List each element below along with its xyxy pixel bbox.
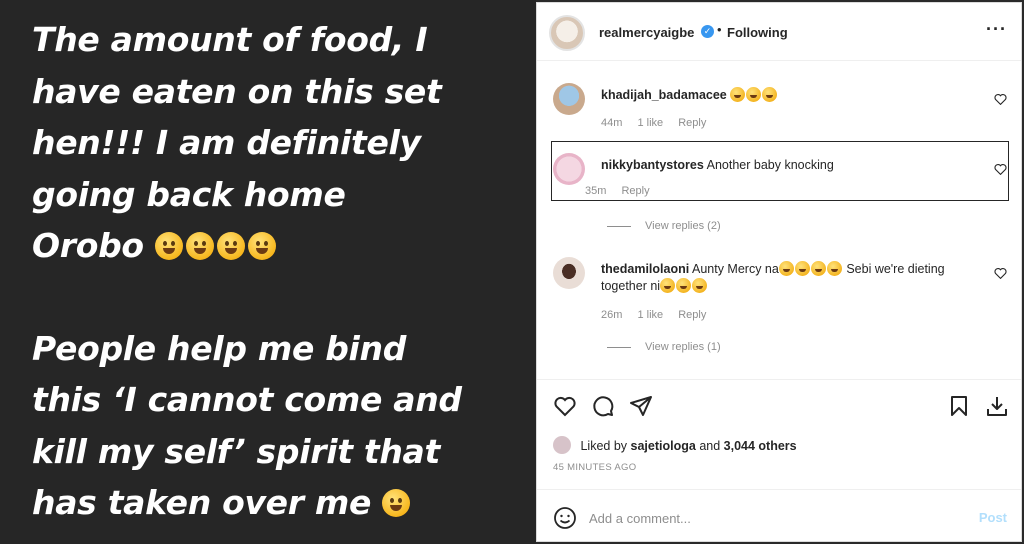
comment-likes[interactable]: 1 like bbox=[637, 117, 663, 129]
reply-button[interactable]: Reply bbox=[678, 309, 706, 321]
comment-text: Another baby knocking bbox=[706, 158, 834, 172]
comment-time: 44m bbox=[601, 117, 623, 129]
reply-button[interactable]: Reply bbox=[621, 185, 649, 197]
post-panel: realmercyaigbe ✓ • Following ··· khadija… bbox=[536, 2, 1022, 542]
liker-avatar[interactable] bbox=[553, 436, 571, 454]
commenter-avatar[interactable] bbox=[553, 257, 585, 289]
liked-by-user[interactable]: sajetiologa bbox=[631, 439, 696, 453]
heart-icon[interactable] bbox=[553, 394, 577, 418]
story-line-text: Orobo bbox=[32, 226, 144, 265]
comment-meta: 44m 1 like Reply bbox=[601, 117, 718, 129]
heart-outline-icon[interactable] bbox=[994, 93, 1007, 105]
story-line-text: has taken over me bbox=[32, 483, 372, 522]
joy-emoji-icon bbox=[746, 87, 762, 102]
comment-item: nikkybantystores Another baby knocking 3… bbox=[553, 153, 1007, 199]
post-header: realmercyaigbe ✓ • Following ··· bbox=[537, 3, 1021, 61]
joy-emoji-icon bbox=[826, 261, 842, 276]
emoji-picker-icon[interactable] bbox=[553, 506, 577, 530]
post-comment-button[interactable]: Post bbox=[979, 510, 1007, 525]
story-line: kill my self’ spirit that bbox=[32, 431, 440, 471]
add-comment-bar: Post bbox=[537, 489, 1021, 543]
joy-emoji-icon bbox=[762, 87, 778, 102]
author-username[interactable]: realmercyaigbe bbox=[599, 25, 694, 40]
commenter-avatar[interactable] bbox=[553, 153, 585, 185]
liked-by-and: and bbox=[699, 439, 721, 453]
author-avatar[interactable] bbox=[549, 15, 585, 51]
pensive-emoji-icon bbox=[217, 232, 245, 260]
download-icon[interactable] bbox=[985, 394, 1009, 418]
story-line: The amount of food, I bbox=[32, 20, 428, 59]
separator-dot: • bbox=[717, 22, 722, 37]
heart-outline-icon[interactable] bbox=[994, 267, 1007, 279]
story-line: hen!!! I am definitely bbox=[32, 123, 421, 162]
grinning-emoji-icon bbox=[676, 278, 692, 293]
tired-emoji-icon bbox=[660, 278, 676, 293]
story-text: The amount of food, I have eaten on this… bbox=[32, 14, 536, 529]
grinning-emoji-icon bbox=[730, 87, 746, 102]
verified-badge-icon: ✓ bbox=[701, 25, 714, 38]
weary-emoji-icon bbox=[382, 489, 411, 517]
joy-emoji-icon bbox=[810, 261, 826, 276]
story-line: have eaten on this set bbox=[32, 71, 442, 111]
comment-item: thedamilolaoni Aunty Mercy na Sebi we're… bbox=[553, 257, 1007, 327]
bookmark-icon[interactable] bbox=[947, 394, 971, 418]
crying-emoji-icon bbox=[155, 232, 183, 260]
heart-outline-icon[interactable] bbox=[994, 163, 1007, 175]
reply-button[interactable]: Reply bbox=[678, 117, 706, 129]
comment-body: nikkybantystores Another baby knocking bbox=[601, 157, 991, 174]
comment-icon[interactable] bbox=[591, 394, 615, 418]
add-comment-input[interactable] bbox=[589, 506, 959, 530]
comment-username[interactable]: thedamilolaoni bbox=[601, 262, 689, 276]
comment-username[interactable]: khadijah_badamacee bbox=[601, 88, 727, 102]
liked-by-others[interactable]: 3,044 others bbox=[724, 439, 797, 453]
story-panel: The amount of food, I have eaten on this… bbox=[0, 0, 536, 544]
view-replies-button[interactable]: View replies (2) bbox=[607, 220, 721, 232]
share-icon[interactable] bbox=[629, 394, 653, 418]
comments-list: khadijah_badamacee 44m 1 like Reply nikk… bbox=[537, 63, 1021, 379]
comment-time: 35m bbox=[585, 185, 607, 197]
story-line: People help me bind bbox=[32, 328, 407, 368]
liked-by-prefix: Liked by bbox=[580, 439, 628, 453]
grinning-emoji-icon bbox=[692, 278, 708, 293]
story-line-emoji: Orobo bbox=[32, 220, 536, 272]
liked-by: Liked by sajetiologa and 3,044 others bbox=[553, 436, 797, 454]
post-timestamp[interactable]: 45 MINUTES AGO bbox=[553, 462, 636, 473]
comment-time: 26m bbox=[601, 309, 623, 321]
comment-meta: 35m Reply bbox=[585, 185, 662, 197]
grinning-emoji-icon bbox=[186, 232, 214, 260]
following-button[interactable]: Following bbox=[727, 25, 788, 40]
more-horizontal-icon[interactable]: ··· bbox=[986, 19, 1007, 40]
comment-item: khadijah_badamacee 44m 1 like Reply bbox=[553, 83, 1007, 133]
comment-text: Aunty Mercy na bbox=[692, 262, 779, 276]
comment-username[interactable]: nikkybantystores bbox=[601, 158, 704, 172]
story-line: this ‘I cannot come and bbox=[32, 380, 462, 419]
post-actions: Liked by sajetiologa and 3,044 others 45… bbox=[537, 379, 1021, 479]
tired-emoji-icon bbox=[248, 232, 276, 260]
view-replies-button[interactable]: View replies (1) bbox=[607, 341, 721, 353]
story-line: going back home bbox=[32, 174, 346, 214]
comment-meta: 26m 1 like Reply bbox=[601, 309, 718, 321]
commenter-avatar[interactable] bbox=[553, 83, 585, 115]
joy-emoji-icon bbox=[778, 261, 794, 276]
story-line-emoji: has taken over me bbox=[32, 477, 536, 529]
comment-body: khadijah_badamacee bbox=[601, 87, 991, 104]
comment-likes[interactable]: 1 like bbox=[637, 309, 663, 321]
joy-emoji-icon bbox=[794, 261, 810, 276]
comment-body: thedamilolaoni Aunty Mercy na Sebi we're… bbox=[601, 261, 991, 295]
